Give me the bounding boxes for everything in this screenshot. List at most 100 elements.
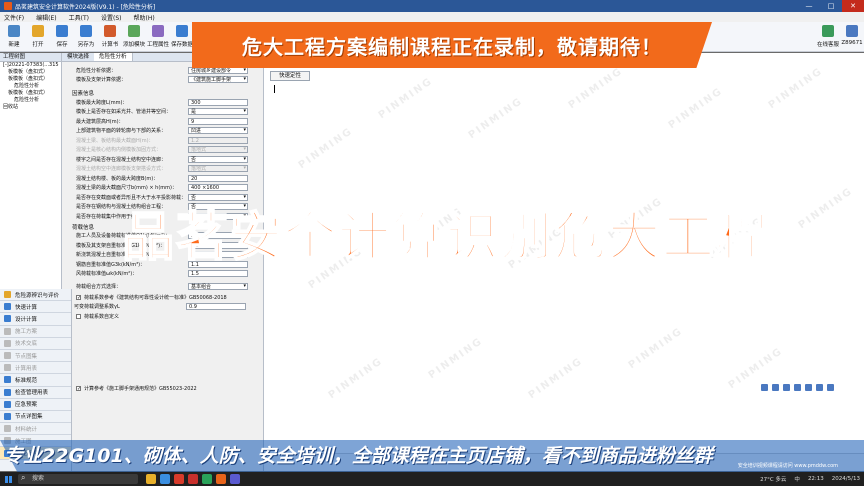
form-value[interactable]: 基本组合 xyxy=(188,282,248,290)
form-value[interactable]: 20 xyxy=(188,174,248,182)
nav-item[interactable]: 应急预案 xyxy=(0,399,71,411)
toolbar-button[interactable]: 计算书 xyxy=(98,22,122,51)
nav-item[interactable]: 快速计算 xyxy=(0,301,71,314)
taskbar-apps xyxy=(146,474,240,484)
nav-item-label: 应急预案 xyxy=(15,402,38,409)
form-value[interactable]: 300 xyxy=(188,98,248,106)
tab-module-select[interactable]: 模块选择 xyxy=(62,53,94,61)
form-label: 危险性分析依据： xyxy=(76,67,117,74)
tree-item[interactable]: 危险性分析 xyxy=(0,97,61,104)
menu-file[interactable]: 文件(F) xyxy=(4,13,24,22)
toolbar-button[interactable]: 工程属性 xyxy=(146,22,170,51)
start-button[interactable] xyxy=(0,472,16,486)
checkbox-box[interactable] xyxy=(76,313,81,319)
tool-icon[interactable] xyxy=(772,384,779,391)
nav-item[interactable]: 标准规范 xyxy=(0,374,71,387)
toolbar-icon xyxy=(152,25,164,37)
toolbar-button[interactable]: 保存数据 xyxy=(170,22,194,51)
overlay-title: 品茗安全计算识别危大工程 xyxy=(121,207,770,269)
nav-item[interactable]: 危险源辨识与评价 xyxy=(0,289,71,302)
form-value[interactable]: 9 xyxy=(188,117,248,125)
form-row: 上部建筑物平面的转轮廓与下部的关系： 凹进 xyxy=(76,127,248,135)
form-value[interactable]: 1.5 xyxy=(188,270,248,277)
clock-time[interactable]: 22:13 xyxy=(808,476,824,482)
form-label: 上部建筑物平面的转轮廓与下部的关系： xyxy=(76,128,167,134)
nav-item[interactable]: 技术交底 xyxy=(0,338,71,350)
nav-item[interactable]: 施工方案 xyxy=(0,326,71,338)
nav-item-label: 标准规范 xyxy=(15,377,38,384)
file-explorer-icon[interactable] xyxy=(146,474,156,484)
nav-item-icon xyxy=(4,388,11,396)
form-value[interactable]: 凹进 xyxy=(188,127,248,134)
form-label: 混凝土梁、板结构最大截面H(m)： xyxy=(76,137,154,144)
nav-item[interactable]: 设计计算 xyxy=(0,313,71,326)
form-value[interactable]: 否 xyxy=(188,193,248,201)
toolbar-right-button[interactable]: 在线客服 xyxy=(816,22,840,48)
app-icon[interactable] xyxy=(174,474,184,484)
checkbox-label: 荷载系数参考《建筑结构可靠性设计统一标准》GB50068-2018 xyxy=(84,294,227,301)
nav-item[interactable]: 材料统计 xyxy=(0,423,71,436)
clock-date[interactable]: 2024/5/13 xyxy=(832,476,860,482)
form-row: 混凝土是核心结构内侧模板加固方式： 落地式 xyxy=(76,146,248,154)
close-button[interactable]: ✕ xyxy=(842,0,864,12)
tree-item[interactable]: 回收站 xyxy=(0,104,61,111)
weather-text[interactable]: 27°C 多云 xyxy=(760,475,786,483)
maximize-button[interactable]: □ xyxy=(820,0,842,12)
toolbar-button[interactable]: 打开 xyxy=(26,22,50,51)
form-value[interactable]: 0.9 xyxy=(186,303,246,310)
window-title: 品茗建筑安全计算软件2024版(V9.1) - [危险性分析] xyxy=(15,3,156,11)
tool-icon[interactable] xyxy=(816,384,823,391)
browser-icon[interactable] xyxy=(160,474,170,484)
tree-item[interactable]: 板模板（盘扣式） xyxy=(0,69,61,76)
menu-edit[interactable]: 编辑(E) xyxy=(36,13,56,22)
tool-icon[interactable] xyxy=(761,384,768,391)
nav-item[interactable]: 检查管理用表 xyxy=(0,387,71,399)
form-value[interactable]: 400 ×1600 xyxy=(188,184,248,191)
tree-item[interactable]: 板模板（盘扣式） xyxy=(0,76,61,83)
minimize-button[interactable]: — xyxy=(798,0,820,12)
form-value[interactable]: 落地式 xyxy=(188,146,248,153)
form-value[interactable]: 是 xyxy=(188,108,248,115)
toolbar-button[interactable]: 添加模块 xyxy=(122,22,146,51)
pinming-icon[interactable] xyxy=(216,474,226,484)
nav-item[interactable]: 节点图集 xyxy=(0,350,71,363)
app-icon[interactable] xyxy=(230,474,240,484)
toolbar-button[interactable]: 新建 xyxy=(2,22,26,51)
tool-icon[interactable] xyxy=(827,384,834,391)
form-checkbox[interactable]: 荷载系数自定义 xyxy=(76,313,119,320)
tree-item[interactable]: [-]20221-07383(...315 xyxy=(0,62,61,69)
form-checkbox[interactable]: ✓ 荷载系数参考《建筑结构可靠性设计统一标准》GB50068-2018 xyxy=(76,294,227,301)
taskbar-search[interactable]: 搜索 xyxy=(18,473,138,484)
tab-risk-analysis[interactable]: 危险性分析 xyxy=(94,53,133,61)
toolbar-button-label: 另存为 xyxy=(77,42,95,48)
form-value[interactable]: 否 xyxy=(188,155,248,163)
watermark: PINMING xyxy=(666,85,726,132)
toolbar-icon xyxy=(80,25,92,37)
form-value[interactable]: 落地式 xyxy=(188,165,248,172)
input-lang[interactable]: 中 xyxy=(794,475,800,483)
menu-settings[interactable]: 设置(S) xyxy=(101,13,122,22)
toolbar-button[interactable]: 保存 xyxy=(50,22,74,51)
menu-tools[interactable]: 工具(T) xyxy=(69,13,89,22)
watermark: PINMING xyxy=(376,75,436,122)
checkbox-box[interactable]: ✓ xyxy=(76,386,81,392)
form-checkbox[interactable]: ✓ 计算参考《施工脚手架通用规范》GB55023-2022 xyxy=(76,385,197,392)
form-value[interactable]: 《建筑施工脚手架 xyxy=(188,76,248,83)
nav-item[interactable]: 节点详图集 xyxy=(0,411,71,424)
app-icon[interactable] xyxy=(188,474,198,484)
toolbar-right-button[interactable]: Z89671 xyxy=(840,22,864,48)
quick-analysis-button[interactable]: 快速定性 xyxy=(270,71,310,81)
menu-help[interactable]: 帮助(H) xyxy=(133,13,154,22)
nav-item[interactable]: 计算用表 xyxy=(0,362,71,375)
tool-icon[interactable] xyxy=(794,384,801,391)
checkbox-box[interactable]: ✓ xyxy=(76,294,81,300)
tree-item[interactable]: 危险性分析 xyxy=(0,83,61,90)
toolbar-button[interactable]: 另存为 xyxy=(74,22,98,51)
tree-item[interactable]: 板模板（盘扣式） xyxy=(0,90,61,97)
toolbar-icon xyxy=(32,25,44,37)
app-icon[interactable] xyxy=(202,474,212,484)
tool-icon[interactable] xyxy=(805,384,812,391)
tool-icon[interactable] xyxy=(783,384,790,391)
form-value[interactable]: 1.2 xyxy=(188,136,248,144)
toolbar-icon xyxy=(822,25,834,37)
